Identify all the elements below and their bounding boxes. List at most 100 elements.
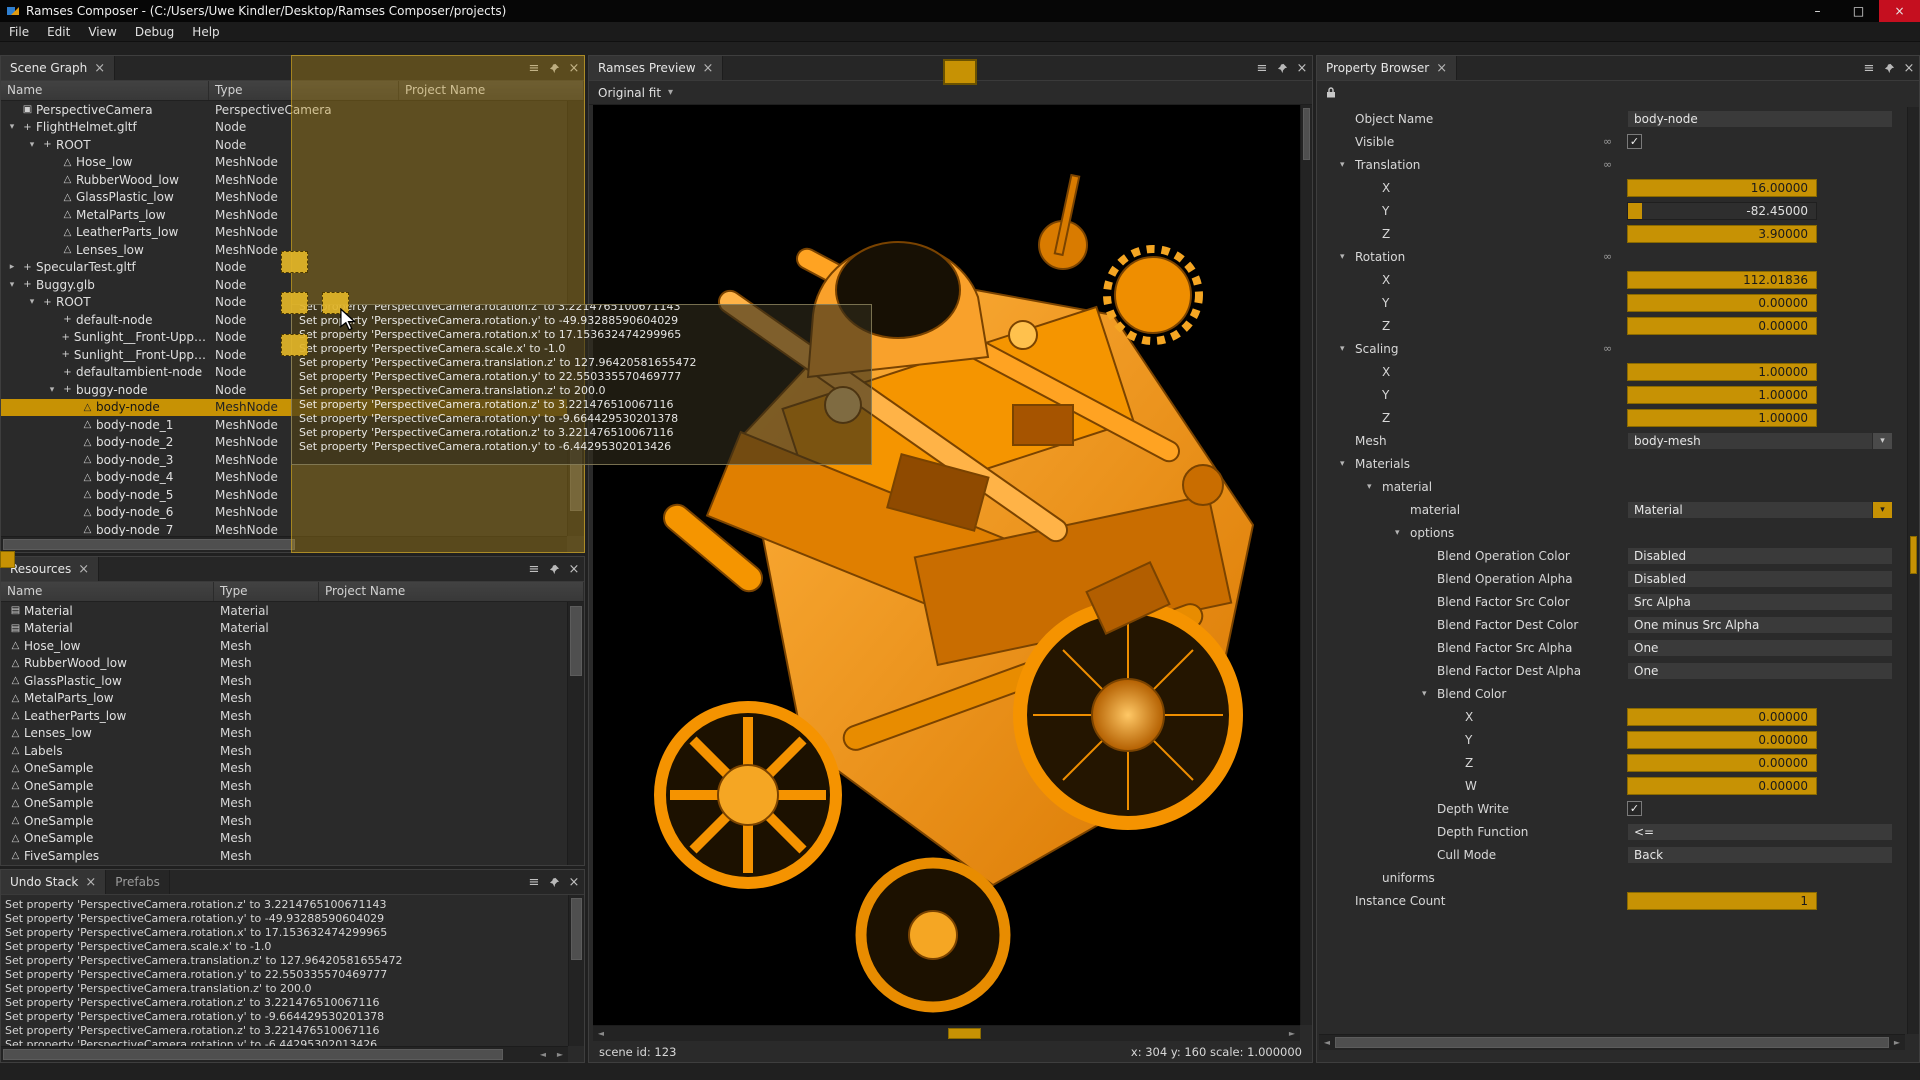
close-icon[interactable]: × [1436, 61, 1447, 76]
link-icon[interactable]: ∞ [1603, 342, 1612, 355]
pin-icon[interactable] [544, 557, 564, 581]
menu-item[interactable]: Debug [126, 25, 183, 39]
column-header-name[interactable]: Name [1, 81, 209, 100]
scrollbar-thumb[interactable] [948, 1028, 981, 1039]
value-spinbox[interactable]: 112.01836 [1627, 271, 1817, 289]
close-icon[interactable]: × [94, 61, 105, 76]
property-row[interactable]: Y ∞ 0.00000 0.00000 ✓ 0.00000▾ [1317, 728, 1905, 751]
scrollbar-vertical[interactable] [568, 895, 584, 1046]
value-spinbox[interactable]: 1.00000 [1627, 409, 1817, 427]
lock-icon[interactable] [1325, 86, 1337, 102]
property-row[interactable]: ▾ material ∞ ✓ ▾ [1317, 475, 1905, 498]
undo-log-entry[interactable]: Set property 'PerspectiveCamera.rotation… [5, 1024, 564, 1038]
list-item[interactable]: △ Labels Mesh [1, 742, 567, 760]
undo-log-entry[interactable]: Set property 'PerspectiveCamera.translat… [5, 954, 564, 968]
property-row[interactable]: ▾ Translation ∞ ✓ ▾ [1317, 153, 1905, 176]
value-spinbox[interactable]: 0.00000 [1627, 777, 1817, 795]
checkbox[interactable]: ✓ [1627, 801, 1642, 816]
property-row[interactable]: Depth Function ∞ <= <= ✓ <=▾ [1317, 820, 1905, 843]
expander-icon[interactable]: ▾ [25, 140, 39, 150]
menu-icon[interactable]: ≡ [1859, 56, 1879, 80]
expander-icon[interactable]: ▾ [5, 122, 19, 132]
value-field[interactable]: <= [1627, 823, 1893, 841]
close-button[interactable]: × [1879, 0, 1920, 22]
maximize-button[interactable]: □ [1838, 0, 1879, 22]
tab-prefabs[interactable]: Prefabs [106, 870, 170, 894]
value-spinbox[interactable]: 0.00000 [1627, 708, 1817, 726]
scrollbar-thumb[interactable] [570, 606, 582, 676]
property-row[interactable]: X ∞ 112.01836 112.01836 ✓ 112.01836▾ [1317, 268, 1905, 291]
link-icon[interactable]: ∞ [1603, 250, 1612, 263]
column-header-type[interactable]: Type [214, 582, 319, 601]
property-row[interactable]: Y ∞ 1.00000 1.00000 ✓ 1.00000▾ [1317, 383, 1905, 406]
property-row[interactable]: Z ∞ 1.00000 1.00000 ✓ 1.00000▾ [1317, 406, 1905, 429]
expander-icon[interactable]: ▾ [5, 280, 19, 290]
list-item[interactable]: △ GlassPlastic_low Mesh [1, 672, 567, 690]
tab-property-browser[interactable]: Property Browser × [1317, 56, 1457, 80]
close-icon[interactable]: × [564, 557, 584, 581]
menu-icon[interactable]: ≡ [524, 870, 544, 894]
scrollbar-thumb[interactable] [571, 898, 582, 960]
dock-indicator-center[interactable] [281, 292, 308, 314]
menu-item[interactable]: Help [183, 25, 228, 39]
list-item[interactable]: △ Lenses_low Mesh [1, 725, 567, 743]
undo-log-entry[interactable]: Set property 'PerspectiveCamera.translat… [5, 982, 564, 996]
close-icon[interactable]: × [564, 870, 584, 894]
expander-icon[interactable]: ▾ [1340, 344, 1355, 354]
property-row[interactable]: Z ∞ 0.00000 0.00000 ✓ 0.00000▾ [1317, 314, 1905, 337]
menu-item[interactable]: View [79, 25, 125, 39]
checkbox[interactable]: ✓ [1627, 134, 1642, 149]
link-icon[interactable]: ∞ [1603, 135, 1612, 148]
value-field[interactable]: Src Alpha [1627, 593, 1893, 611]
tab-scene-graph[interactable]: Scene Graph × [1, 56, 115, 80]
undo-log-entry[interactable]: Set property 'PerspectiveCamera.rotation… [5, 1010, 564, 1024]
scrollbar-horizontal[interactable]: ◄ ► [593, 1025, 1300, 1041]
property-row[interactable]: ▾ Materials ∞ ✓ ▾ [1317, 452, 1905, 475]
property-row[interactable]: Blend Factor Src Alpha ∞ One One ✓ One▾ [1317, 636, 1905, 659]
expander-icon[interactable]: ▾ [1340, 160, 1355, 170]
column-header-name[interactable]: Name [1, 582, 214, 601]
property-row[interactable]: Y ∞ -82.45000 -82.45000 ✓ -82.45000▾ [1317, 199, 1905, 222]
property-row[interactable]: Blend Operation Color ∞ Disabled Disable… [1317, 544, 1905, 567]
property-row[interactable]: uniforms ∞ ✓ ▾ [1317, 866, 1905, 889]
value-field[interactable]: Back [1627, 846, 1893, 864]
property-row[interactable]: W ∞ 0.00000 0.00000 ✓ 0.00000▾ [1317, 774, 1905, 797]
value-field[interactable]: body-node [1627, 110, 1893, 128]
value-dropdown[interactable]: Material▾ [1627, 501, 1893, 519]
dock-indicator-top[interactable] [281, 251, 308, 273]
property-row[interactable]: X ∞ 1.00000 1.00000 ✓ 1.00000▾ [1317, 360, 1905, 383]
value-spinbox[interactable]: 0.00000 [1627, 754, 1817, 772]
property-row[interactable]: ▾ Scaling ∞ ✓ ▾ [1317, 337, 1905, 360]
list-item[interactable]: △ MetalParts_low Mesh [1, 690, 567, 708]
property-row[interactable]: ▾ options ∞ ✓ ▾ [1317, 521, 1905, 544]
value-spinbox[interactable]: -82.45000 [1627, 202, 1817, 220]
property-row[interactable]: ▾ Blend Color ∞ ✓ ▾ [1317, 682, 1905, 705]
column-header-project[interactable]: Project Name [319, 582, 584, 601]
property-row[interactable]: Z ∞ 0.00000 0.00000 ✓ 0.00000▾ [1317, 751, 1905, 774]
scrollbar-thumb[interactable] [3, 539, 295, 550]
value-spinbox[interactable]: 1 [1627, 892, 1817, 910]
expander-icon[interactable]: ▾ [45, 385, 59, 395]
value-field[interactable]: Disabled [1627, 570, 1893, 588]
scroll-left-icon[interactable]: ◄ [535, 1047, 551, 1062]
menu-item[interactable]: Edit [38, 25, 79, 39]
property-row[interactable]: Blend Operation Alpha ∞ Disabled Disable… [1317, 567, 1905, 590]
property-row[interactable]: ▾ Rotation ∞ ✓ ▾ [1317, 245, 1905, 268]
value-spinbox[interactable]: 3.90000 [1627, 225, 1817, 243]
tab-resources[interactable]: Resources × [1, 557, 99, 581]
menu-item[interactable]: File [0, 25, 38, 39]
minimize-button[interactable]: – [1797, 0, 1838, 22]
scroll-right-icon[interactable]: ► [1889, 1035, 1905, 1050]
undo-log-entry[interactable]: Set property 'PerspectiveCamera.rotation… [5, 1038, 564, 1046]
menu-icon[interactable]: ≡ [524, 557, 544, 581]
close-icon[interactable]: × [78, 562, 89, 577]
scrollbar-vertical[interactable] [1300, 105, 1312, 1025]
value-spinbox[interactable]: 16.00000 [1627, 179, 1817, 197]
list-item[interactable]: △ RubberWood_low Mesh [1, 655, 567, 673]
value-spinbox[interactable]: 0.00000 [1627, 294, 1817, 312]
list-item[interactable]: △ OneSample Mesh [1, 812, 567, 830]
list-item[interactable]: ▤ Material Material [1, 602, 567, 620]
close-icon[interactable]: × [85, 875, 96, 890]
property-row[interactable]: X ∞ 16.00000 16.00000 ✓ 16.00000▾ [1317, 176, 1905, 199]
list-item[interactable]: △ OneSample Mesh [1, 830, 567, 848]
